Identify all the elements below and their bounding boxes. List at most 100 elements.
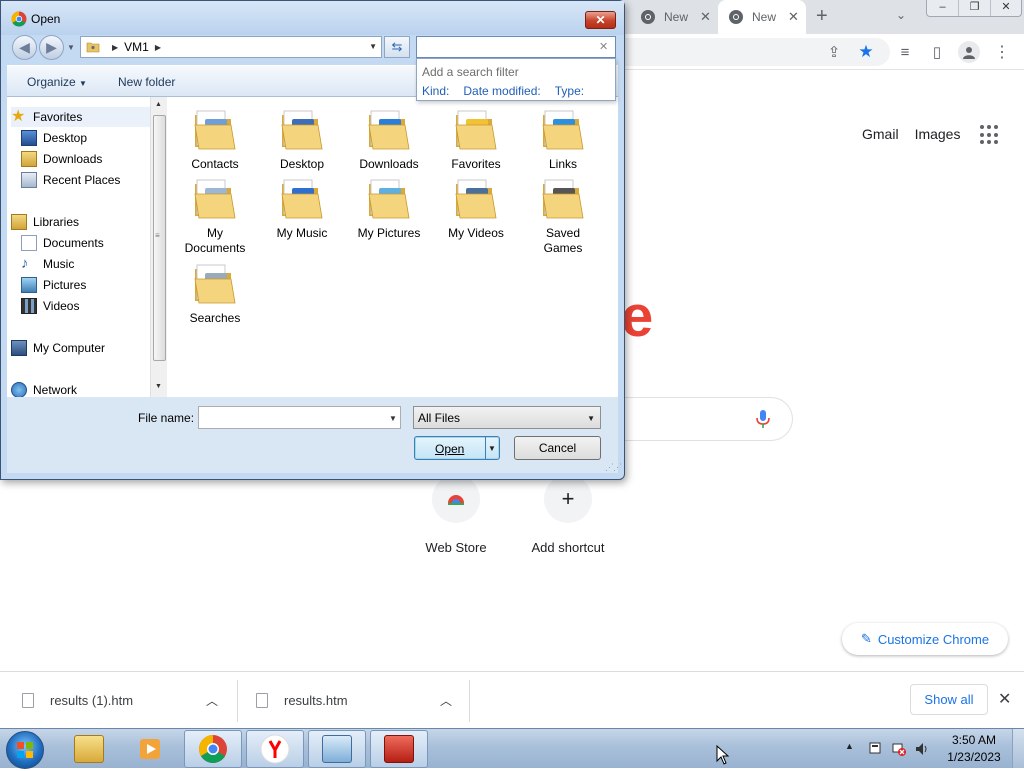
show-hidden-icons-icon[interactable]: ▲ bbox=[845, 741, 854, 751]
bookmark-star-icon[interactable]: ★ bbox=[857, 42, 875, 61]
file-name-input[interactable] bbox=[198, 406, 401, 429]
nav-my-computer[interactable]: My Computer bbox=[11, 338, 155, 358]
network-disconnected-icon[interactable] bbox=[891, 741, 907, 757]
new-folder-button[interactable]: New folder bbox=[118, 75, 175, 89]
forward-arrow-icon[interactable]: ▶ bbox=[39, 35, 64, 60]
chevron-up-icon[interactable]: ︿ bbox=[440, 692, 452, 709]
close-window-icon[interactable]: ✕ bbox=[991, 0, 1021, 16]
breadcrumb-path[interactable]: VM1 bbox=[124, 40, 149, 54]
download-item-2[interactable]: results.htm ︿ bbox=[256, 672, 466, 729]
share-icon[interactable]: ⇪ bbox=[825, 43, 843, 61]
folder-item[interactable]: Contacts bbox=[177, 105, 253, 172]
chrome-tab-2[interactable]: New ✕ bbox=[718, 0, 806, 34]
tab-search-chevron-icon[interactable]: ⌄ bbox=[896, 8, 906, 22]
start-button[interactable] bbox=[6, 731, 44, 769]
microphone-icon[interactable] bbox=[755, 409, 771, 429]
downloads-bar: results (1).htm ︿ results.htm ︿ bbox=[0, 671, 1024, 728]
scroll-up-icon[interactable]: ▲ bbox=[155, 101, 162, 108]
new-tab-plus-icon[interactable]: + bbox=[816, 5, 828, 28]
taskbar-yandex[interactable] bbox=[246, 730, 304, 768]
restore-icon[interactable]: ❐ bbox=[959, 0, 991, 16]
download-filename: results.htm bbox=[284, 693, 348, 708]
close-tab-2-icon[interactable]: ✕ bbox=[788, 9, 799, 25]
gmail-link[interactable]: Gmail bbox=[862, 126, 899, 142]
open-dropdown-icon[interactable]: ▼ bbox=[488, 444, 496, 453]
folder-label: Searches bbox=[189, 311, 241, 325]
file-name-dropdown-icon[interactable]: ▼ bbox=[389, 414, 397, 423]
back-arrow-icon[interactable]: ◀ bbox=[12, 35, 37, 60]
google-apps-icon[interactable] bbox=[980, 125, 1000, 145]
taskbar-media-player[interactable] bbox=[122, 730, 180, 768]
nav-favorites[interactable]: ★ Favorites bbox=[11, 107, 155, 127]
clear-search-icon[interactable]: ✕ bbox=[599, 40, 608, 53]
cancel-button[interactable]: Cancel bbox=[514, 436, 601, 460]
side-panel-icon[interactable]: ▯ bbox=[928, 43, 946, 61]
folder-item[interactable]: Links bbox=[525, 105, 601, 172]
customize-chrome-button[interactable]: ✎ Customize Chrome bbox=[842, 623, 1008, 655]
scroll-down-icon[interactable]: ▼ bbox=[155, 383, 162, 390]
filter-date-modified[interactable]: Date modified: bbox=[463, 84, 540, 98]
resize-grip-icon[interactable]: ⋰⋰ bbox=[605, 462, 622, 473]
file-type-select[interactable]: All Files ▼ bbox=[413, 406, 601, 429]
shortcut-web-store[interactable]: Web Store bbox=[406, 475, 506, 555]
folder-item[interactable]: Searches bbox=[177, 259, 253, 326]
close-tab-1-icon[interactable]: ✕ bbox=[700, 9, 711, 25]
folder-item[interactable]: Downloads bbox=[351, 105, 427, 172]
folder-item[interactable]: My Music bbox=[264, 174, 340, 241]
folder-item[interactable]: Saved Games bbox=[525, 174, 601, 256]
show-desktop-button[interactable] bbox=[1012, 729, 1024, 768]
taskbar-explorer[interactable] bbox=[60, 730, 118, 768]
images-link[interactable]: Images bbox=[915, 126, 961, 142]
refresh-icon[interactable]: ⇆ bbox=[384, 36, 410, 58]
action-center-flag-icon[interactable] bbox=[867, 741, 883, 757]
download-item-1[interactable]: results (1).htm ︿ bbox=[22, 672, 232, 729]
shortcut-add[interactable]: + Add shortcut bbox=[518, 475, 618, 555]
breadcrumb-chevron-icon[interactable]: ▶ bbox=[112, 43, 118, 52]
nav-label: Network bbox=[33, 383, 78, 397]
folder-label: My Music bbox=[276, 226, 328, 240]
volume-icon[interactable] bbox=[914, 741, 930, 757]
folder-item[interactable]: Favorites bbox=[438, 105, 514, 172]
chrome-tab-1[interactable]: New ✕ bbox=[628, 0, 718, 34]
folder-label: Contacts bbox=[191, 157, 239, 171]
recent-locations-chevron-icon[interactable]: ▼ bbox=[67, 43, 75, 52]
nav-pane-scrollbar[interactable]: ▲ ≡ ▼ bbox=[150, 97, 167, 397]
profile-avatar-icon[interactable] bbox=[958, 41, 980, 63]
nav-pictures[interactable]: Pictures bbox=[21, 275, 165, 295]
nav-music[interactable]: ♪ Music bbox=[21, 254, 165, 274]
taskbar-control-panel[interactable] bbox=[308, 730, 366, 768]
folder-item[interactable]: My Pictures bbox=[351, 174, 427, 241]
nav-desktop[interactable]: Desktop bbox=[21, 128, 165, 148]
nav-libraries[interactable]: Libraries bbox=[11, 212, 155, 232]
filter-type[interactable]: Type: bbox=[555, 84, 584, 98]
taskbar-chrome[interactable] bbox=[184, 730, 242, 768]
window-controls: – ❐ ✕ bbox=[926, 0, 1022, 17]
filter-kind[interactable]: Kind: bbox=[422, 84, 449, 98]
taskbar-clock[interactable]: 3:50 AM 1/23/2023 bbox=[940, 732, 1008, 766]
folder-item[interactable]: Desktop bbox=[264, 105, 340, 172]
nav-label: Favorites bbox=[33, 110, 83, 124]
media-queue-icon[interactable]: ≡ bbox=[896, 43, 914, 61]
organize-button[interactable]: Organize ▼ bbox=[27, 75, 87, 89]
folder-icon bbox=[278, 105, 326, 153]
address-dropdown-icon[interactable]: ▼ bbox=[369, 42, 377, 51]
nav-videos[interactable]: Videos bbox=[21, 296, 165, 316]
file-icon bbox=[22, 693, 34, 708]
close-downloads-bar-icon[interactable]: ✕ bbox=[998, 689, 1011, 709]
minimize-icon[interactable]: – bbox=[927, 0, 959, 16]
folder-item[interactable]: My Videos bbox=[438, 174, 514, 241]
address-omnibox[interactable] bbox=[600, 38, 890, 66]
nav-downloads[interactable]: Downloads bbox=[21, 149, 165, 169]
folder-item[interactable]: My Documents bbox=[177, 174, 253, 256]
dialog-close-icon[interactable]: ✕ bbox=[585, 11, 616, 29]
taskbar-toolbox[interactable] bbox=[370, 730, 428, 768]
open-button[interactable]: Open ▼ bbox=[414, 436, 500, 460]
search-input[interactable] bbox=[416, 36, 616, 58]
chevron-up-icon[interactable]: ︿ bbox=[206, 692, 218, 709]
nav-documents[interactable]: Documents bbox=[21, 233, 165, 253]
nav-recent-places[interactable]: Recent Places bbox=[21, 170, 165, 190]
breadcrumb-chevron-icon[interactable]: ▶ bbox=[155, 43, 161, 52]
show-all-button[interactable]: Show all bbox=[910, 684, 988, 715]
chrome-menu-icon[interactable]: ⋮ bbox=[993, 43, 1011, 61]
address-bar[interactable]: ▶ VM1 ▶ ▼ bbox=[80, 36, 382, 58]
